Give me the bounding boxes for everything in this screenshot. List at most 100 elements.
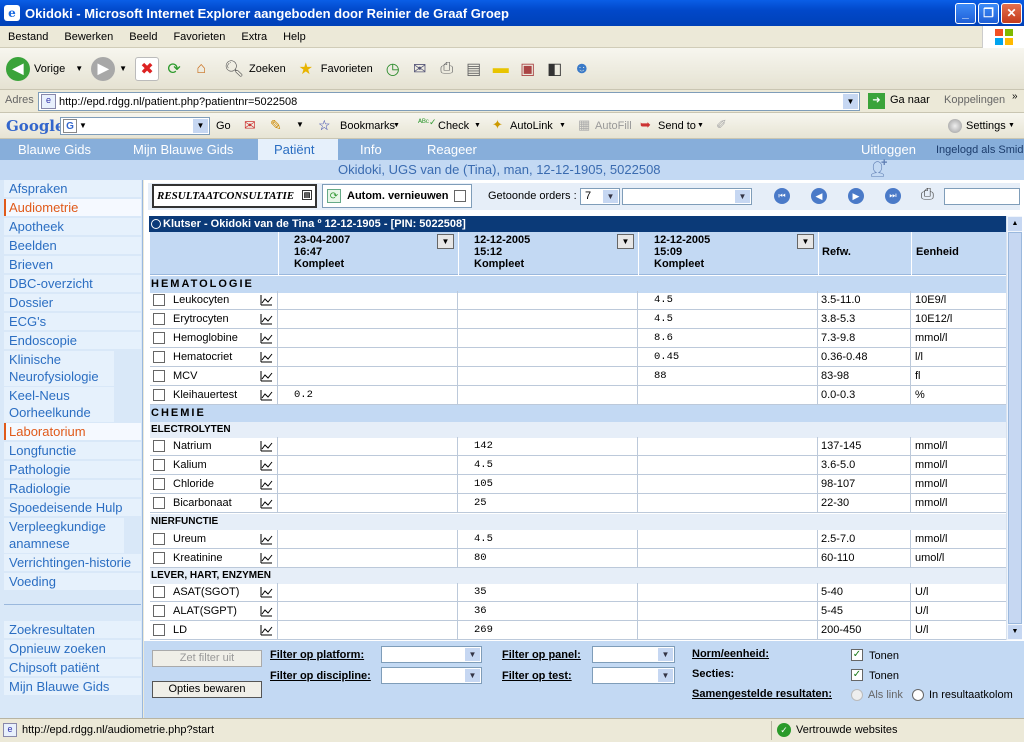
minimize-button[interactable]: _ [955,3,976,24]
sidebar-item-pathologie[interactable]: Pathologie [4,461,141,478]
row-checkbox[interactable] [153,351,165,363]
address-input[interactable]: e http://epd.rdgg.nl/patient.php?patient… [38,92,860,111]
row-checkbox[interactable] [153,552,165,564]
sendto-dropdown-icon[interactable]: ▼ [697,122,704,129]
sidebar-item-kno[interactable]: Keel-Neus Oorheelkunde [4,387,114,422]
row-checkbox[interactable] [153,624,165,636]
sidebar-item-longfunctie[interactable]: Longfunctie [4,442,141,459]
address-dropdown-icon[interactable]: ▼ [843,94,858,109]
google-search-dropdown-icon[interactable]: ▼ [193,119,208,133]
secties-checkbox[interactable]: ✓ [851,669,863,681]
als-link-radio[interactable] [851,689,863,701]
autolink-dropdown-icon[interactable]: ▼ [559,122,566,129]
scroll-up-icon[interactable]: ▲ [1008,217,1022,231]
google-g-dropdown-icon[interactable]: ▼ [79,121,87,130]
column-1-dropdown-icon[interactable]: ▼ [437,234,454,249]
sidebar-item-verpleegkundige[interactable]: Verpleegkundige anamnese [4,518,124,553]
orders-detail-select[interactable]: ▼ [622,188,752,205]
menu-help[interactable]: Help [275,31,314,43]
graph-icon[interactable] [260,440,273,452]
google-search-input[interactable]: G ▼ ▼ [60,117,210,135]
sidebar-item-apotheek[interactable]: Apotheek [4,218,141,235]
blocker-icon[interactable]: ✉ [244,117,256,134]
scroll-thumb[interactable] [1008,232,1022,624]
print-small-icon[interactable]: ▤ [302,190,312,200]
orders-select[interactable]: 7 ▼ [580,188,620,205]
scroll-down-icon[interactable]: ▼ [1008,625,1022,639]
filter-panel-select[interactable]: ▼ [592,646,675,663]
sidebar-item-seh[interactable]: Spoedeisende Hulp [4,499,141,516]
results-scrollbar[interactable]: ▲ ▼ [1006,216,1022,640]
note-icon[interactable]: ▬ [489,57,513,81]
row-checkbox[interactable] [153,389,165,401]
close-button[interactable]: ✕ [1001,3,1022,24]
first-icon[interactable]: ⏮ [774,188,790,204]
pencil-icon[interactable]: ✐ [716,117,727,133]
refresh-icon[interactable]: ⟳ [162,57,186,81]
prev-icon[interactable]: ◀ [811,188,827,204]
bookmarks-star-icon[interactable]: ☆ [318,117,331,134]
tab-reageer[interactable]: Reageer [427,142,477,157]
row-checkbox[interactable] [153,370,165,382]
next-icon[interactable]: ▶ [848,188,864,204]
filter-test-select[interactable]: ▼ [592,667,675,684]
row-checkbox[interactable] [153,497,165,509]
tab-blauwe-gids[interactable]: Blauwe Gids [18,142,91,157]
sidebar-item-beelden[interactable]: Beelden [4,237,141,254]
sidebar-item-neurofysiologie[interactable]: Klinische Neurofysiologie [4,351,114,386]
row-checkbox[interactable] [153,440,165,452]
printer-icon[interactable]: ⎙ [921,186,934,204]
row-checkbox[interactable] [153,605,165,617]
graph-icon[interactable] [260,459,273,471]
autolink-button[interactable]: AutoLink [510,120,553,132]
last-icon[interactable]: ⏭ [885,188,901,204]
window-title-bar[interactable]: e Okidoki - Microsoft Internet Explorer … [0,0,1024,26]
favorites-button[interactable]: ★ Favorieten [294,57,373,81]
edit-icon[interactable]: ▤ [462,57,486,81]
graph-icon[interactable] [260,370,273,382]
graph-icon[interactable] [260,497,273,509]
sidebar-item-opnieuw-zoeken[interactable]: Opnieuw zoeken [4,640,141,657]
maximize-button[interactable]: ❐ [978,3,999,24]
go-button[interactable]: Ga naar [890,94,930,106]
highlight-dropdown-icon[interactable]: ▼ [296,120,304,129]
graph-icon[interactable] [260,294,273,306]
graph-icon[interactable] [260,624,273,636]
settings-button[interactable]: Settings [966,120,1006,132]
row-checkbox[interactable] [153,294,165,306]
sidebar-item-radiologie[interactable]: Radiologie [4,480,141,497]
graph-icon[interactable] [260,332,273,344]
sidebar-item-brieven[interactable]: Brieven [4,256,141,273]
tab-patient[interactable]: Patiënt [258,139,338,160]
research-icon[interactable]: ▣ [516,57,540,81]
sidebar-item-ecg[interactable]: ECG's [4,313,141,330]
sidebar-item-verrichtingen[interactable]: Verrichtingen-historie [4,554,141,571]
filter-discipline-select[interactable]: ▼ [381,667,482,684]
forward-button[interactable]: ▶ ▼ [91,56,127,81]
in-kolom-radio[interactable] [912,689,924,701]
sidebar-item-chipsoft[interactable]: Chipsoft patiënt [4,659,141,676]
row-checkbox[interactable] [153,533,165,545]
filter-off-button[interactable]: Zet filter uit [152,650,262,667]
forward-dropdown-icon[interactable]: ▼ [119,64,127,73]
sidebar-item-mijn-blauwe-gids[interactable]: Mijn Blauwe Gids [4,678,141,695]
logout-link[interactable]: Uitloggen [861,142,916,157]
column-2-dropdown-icon[interactable]: ▼ [617,234,634,249]
autofill-button[interactable]: AutoFill [595,120,632,132]
save-options-button[interactable]: Opties bewaren [152,681,262,698]
go-arrow-icon[interactable]: ➜ [868,93,885,109]
sidebar-item-dbc[interactable]: DBC-overzicht [4,275,141,292]
graph-icon[interactable] [260,313,273,325]
print-option-field[interactable] [944,188,1020,205]
menu-beeld[interactable]: Beeld [121,31,165,43]
graph-icon[interactable] [260,586,273,598]
auto-refresh-box[interactable]: ⟳ Autom. vernieuwen [322,184,472,208]
links-chevron-icon[interactable]: » [1012,91,1018,102]
history-icon[interactable]: ◷ [381,57,405,81]
sidebar-item-dossier[interactable]: Dossier [4,294,141,311]
graph-icon[interactable] [260,478,273,490]
window-icon[interactable]: ◧ [543,57,567,81]
check-button[interactable]: Check [438,120,469,132]
back-dropdown-icon[interactable]: ▼ [75,64,83,73]
sidebar-item-laboratorium[interactable]: Laboratorium [4,423,141,440]
